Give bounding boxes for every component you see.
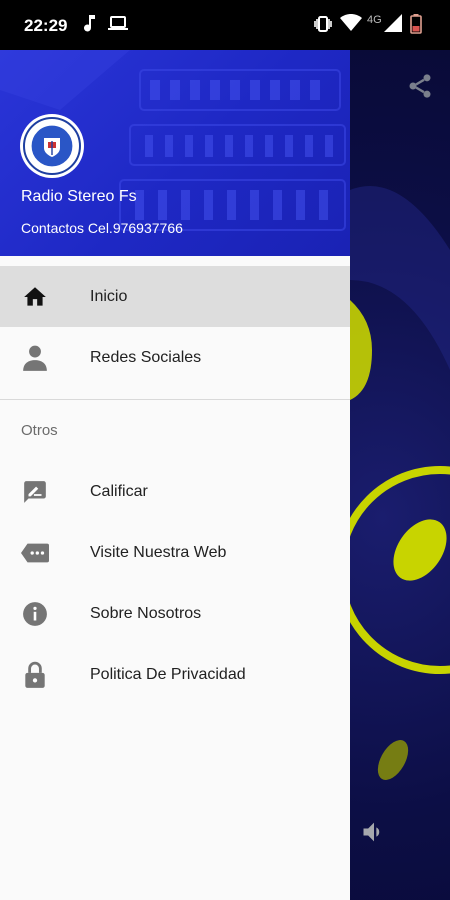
- nav-item-calificar[interactable]: Calificar: [0, 461, 350, 522]
- nav-item-label: Calificar: [90, 482, 148, 500]
- web-icon: [21, 539, 49, 567]
- nav-item-redes-sociales[interactable]: Redes Sociales: [0, 327, 350, 388]
- drawer-header: Radio Stereo Fs Contactos Cel.976937766: [0, 50, 350, 256]
- vibrate-icon: [313, 14, 333, 39]
- station-name: Radio Stereo Fs: [21, 188, 137, 205]
- nav-item-label: Sobre Nosotros: [90, 604, 202, 622]
- share-icon[interactable]: [406, 72, 434, 105]
- lock-icon: [21, 661, 49, 689]
- nav-item-label: Politica De Privacidad: [90, 665, 246, 683]
- nav-item-label: Visite Nuestra Web: [90, 543, 227, 561]
- nav-item-sobre-nosotros[interactable]: Sobre Nosotros: [0, 583, 350, 644]
- nav-item-visite-nuestra-web[interactable]: Visite Nuestra Web: [0, 522, 350, 583]
- rate-review-icon: [21, 478, 49, 506]
- section-title-otros: Otros: [21, 422, 58, 439]
- volume-icon[interactable]: [360, 818, 388, 851]
- home-icon: [21, 283, 49, 311]
- wifi-icon: [340, 13, 362, 37]
- status-time: 22:29: [24, 16, 68, 35]
- nav-item-inicio[interactable]: Inicio: [0, 266, 350, 327]
- battery-icon: [410, 14, 422, 39]
- nav-item-label: Inicio: [90, 287, 128, 305]
- other-nav: Calificar Visite Nuestra Web Sobre Nosot…: [0, 461, 350, 705]
- person-icon: [21, 344, 49, 372]
- station-logo: [20, 114, 84, 178]
- network-type: 4G: [367, 14, 382, 26]
- navigation-drawer: Radio Stereo Fs Contactos Cel.976937766 …: [0, 50, 350, 900]
- main-nav: Inicio Redes Sociales: [0, 256, 350, 388]
- nav-item-politica-de-privacidad[interactable]: Politica De Privacidad: [0, 644, 350, 705]
- station-contact: Contactos Cel.976937766: [21, 220, 183, 236]
- cell-signal-icon: [384, 14, 402, 37]
- nav-item-label: Redes Sociales: [90, 348, 202, 366]
- laptop-icon: [108, 14, 128, 37]
- status-bar: 22:29 4G: [0, 0, 450, 50]
- music-note-icon: [84, 14, 96, 37]
- info-icon: [21, 600, 49, 628]
